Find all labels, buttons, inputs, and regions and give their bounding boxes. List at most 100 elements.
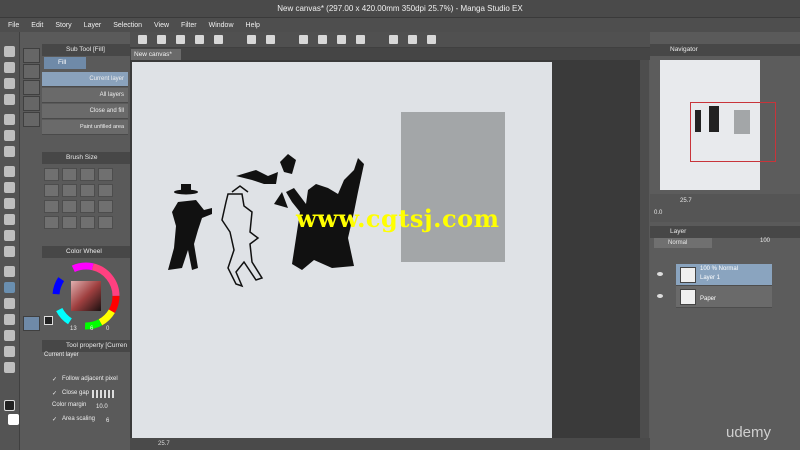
new-icon[interactable]	[157, 35, 166, 44]
command-bar	[130, 32, 650, 48]
fill-tool-icon[interactable]	[4, 282, 15, 293]
color-wheel[interactable]	[52, 262, 120, 330]
menu-window[interactable]: Window	[209, 22, 234, 29]
navigator-rotation[interactable]: 0.0	[654, 210, 662, 216]
eraser-icon[interactable]	[4, 230, 15, 241]
area-scaling-value[interactable]: 6	[106, 418, 109, 424]
brush-size-preset[interactable]	[80, 216, 95, 229]
crop-icon[interactable]	[356, 35, 365, 44]
move-icon[interactable]	[4, 94, 15, 105]
document-tab-strip	[130, 48, 650, 60]
visibility-eye-icon[interactable]	[657, 272, 663, 276]
brush-size-preset[interactable]	[44, 200, 59, 213]
subtool-strip-item-active[interactable]	[23, 316, 40, 331]
menu-filter[interactable]: Filter	[181, 22, 197, 29]
transform-icon[interactable]	[299, 35, 308, 44]
navigator-view-frame[interactable]	[690, 102, 776, 162]
canvas-paper[interactable]	[132, 62, 552, 438]
layer-row-layer1[interactable]: 100 % Normal Layer 1	[676, 264, 772, 286]
zoom-icon[interactable]	[4, 46, 15, 57]
grid-icon[interactable]	[138, 35, 147, 44]
menu-help[interactable]: Help	[246, 22, 260, 29]
hand-icon[interactable]	[4, 62, 15, 73]
line-correction-icon[interactable]	[4, 362, 15, 373]
brush-size-preset[interactable]	[98, 200, 113, 213]
brush-size-preset[interactable]	[98, 168, 113, 181]
fill-icon[interactable]	[337, 35, 346, 44]
layer-row-paper[interactable]: Paper	[676, 286, 772, 308]
brush-size-preset[interactable]	[62, 200, 77, 213]
airbrush-icon[interactable]	[4, 214, 15, 225]
close-gap-checkbox[interactable]: ✓	[52, 390, 57, 397]
subtool-strip-item[interactable]	[23, 112, 40, 127]
visibility-eye-icon[interactable]	[657, 294, 663, 298]
brush-size-preset[interactable]	[80, 184, 95, 197]
selection-icon[interactable]	[4, 114, 15, 125]
menu-selection[interactable]: Selection	[113, 22, 142, 29]
figure-icon[interactable]	[4, 314, 15, 325]
brush-size-preset[interactable]	[80, 200, 95, 213]
subtool-strip-item[interactable]	[23, 48, 40, 63]
document-tab[interactable]: New canvas*	[131, 49, 181, 60]
menu-view[interactable]: View	[154, 22, 169, 29]
undo-icon[interactable]	[247, 35, 256, 44]
layer-thumbnail	[680, 267, 696, 283]
subtool-item-paint-unfilled[interactable]: Paint unfilled area	[42, 120, 128, 135]
redo-icon[interactable]	[266, 35, 275, 44]
subtool-strip-item[interactable]	[23, 96, 40, 111]
color-margin-value[interactable]: 10.0	[96, 404, 108, 410]
subtool-item-all-layers[interactable]: All layers	[42, 88, 128, 103]
color-wheel-panel: Color Wheel 13 6 0	[42, 246, 130, 338]
brush-size-preset[interactable]	[44, 184, 59, 197]
export-icon[interactable]	[214, 35, 223, 44]
brush-size-preset[interactable]	[44, 168, 59, 181]
brush-size-preset[interactable]	[98, 216, 113, 229]
ruler-icon[interactable]	[408, 35, 417, 44]
subtool-item-close-and-fill[interactable]: Close and fill	[42, 104, 128, 119]
balloon-icon[interactable]	[4, 346, 15, 357]
snap-icon[interactable]	[389, 35, 398, 44]
blend-icon[interactable]	[4, 246, 15, 257]
lasso-icon[interactable]	[4, 130, 15, 141]
brush-size-preset[interactable]	[44, 216, 59, 229]
tool-property-current-layer: Current layer	[44, 352, 79, 358]
brush-size-preset[interactable]	[80, 168, 95, 181]
menu-file[interactable]: File	[8, 22, 19, 29]
eyedropper-icon[interactable]	[4, 146, 15, 157]
menu-layer[interactable]: Layer	[84, 22, 102, 29]
save-icon[interactable]	[195, 35, 204, 44]
layer-opacity[interactable]: 100	[760, 238, 770, 244]
close-gap-selector[interactable]	[92, 390, 114, 398]
text-icon[interactable]	[4, 330, 15, 341]
follow-adjacent-checkbox[interactable]: ✓	[52, 376, 57, 383]
pencil-icon[interactable]	[4, 182, 15, 193]
blend-mode-select[interactable]: Normal	[654, 238, 712, 248]
pen-icon[interactable]	[4, 166, 15, 177]
menu-edit[interactable]: Edit	[31, 22, 43, 29]
brush-size-preset[interactable]	[62, 168, 77, 181]
canvas-vertical-scrollbar[interactable]	[640, 60, 649, 438]
gradient-icon[interactable]	[4, 298, 15, 309]
subtool-tab-fill[interactable]: Fill	[44, 57, 86, 69]
subtool-strip-item[interactable]	[23, 64, 40, 79]
brush-icon[interactable]	[4, 198, 15, 209]
subtool-item-current-layer[interactable]: Current layer	[42, 72, 128, 87]
brush-size-preset[interactable]	[62, 216, 77, 229]
main-color-swatch[interactable]	[4, 400, 15, 411]
subtool-strip-item[interactable]	[23, 80, 40, 95]
clear-icon[interactable]	[318, 35, 327, 44]
sub-color-swatch[interactable]	[8, 414, 19, 425]
brush-size-preset[interactable]	[98, 184, 113, 197]
color-main-swatch[interactable]	[44, 316, 53, 325]
menu-story[interactable]: Story	[55, 22, 71, 29]
settings-icon[interactable]	[427, 35, 436, 44]
layer-row-name: Paper	[700, 296, 717, 302]
open-icon[interactable]	[176, 35, 185, 44]
operation-icon[interactable]	[4, 78, 15, 89]
layer-row-info: 100 % Normal	[700, 266, 739, 272]
decoration-icon[interactable]	[4, 266, 15, 277]
navigator-zoom[interactable]: 25.7	[680, 198, 692, 204]
zoom-value[interactable]: 25.7	[158, 441, 170, 447]
brush-size-preset[interactable]	[62, 184, 77, 197]
area-scaling-checkbox[interactable]: ✓	[52, 416, 57, 423]
